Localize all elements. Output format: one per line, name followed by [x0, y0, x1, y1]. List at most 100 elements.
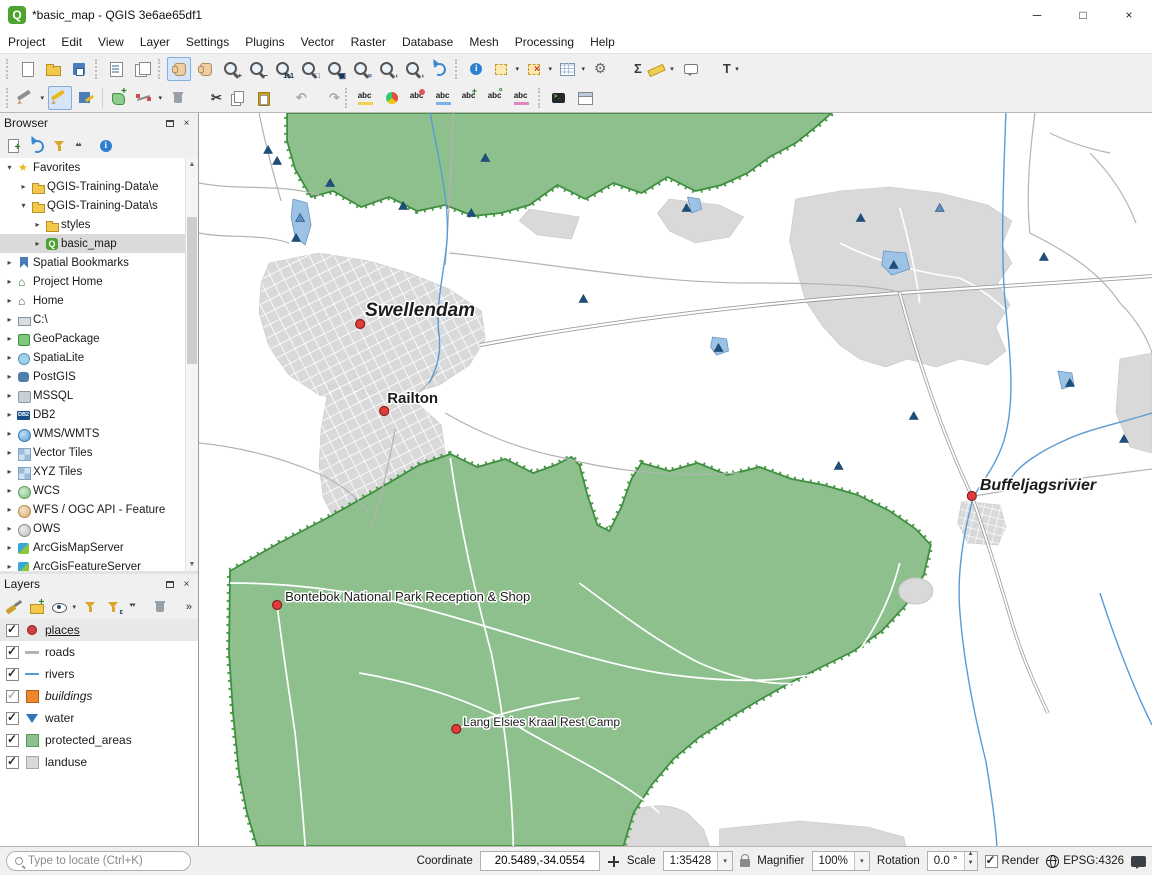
menu-view[interactable]: View [90, 30, 132, 53]
python-console-button[interactable] [547, 86, 571, 110]
zoom-to-selection-button[interactable]: ▣ [323, 57, 347, 81]
layer-item-rivers[interactable]: rivers [0, 663, 198, 685]
delete-selected-button[interactable] [166, 86, 190, 110]
menu-database[interactable]: Database [394, 30, 461, 53]
highlight-pinned-labels-button[interactable] [432, 86, 456, 110]
browser-item-xyz-tiles[interactable]: ▸ XYZ Tiles [0, 462, 198, 481]
layer-item-water[interactable]: water [0, 707, 198, 729]
tree-expand-arrow[interactable]: ▸ [32, 239, 43, 248]
add-group-button[interactable] [26, 596, 47, 617]
rotate-label-button[interactable] [484, 86, 508, 110]
cut-features-button[interactable]: ✂ [192, 86, 223, 110]
browser-item-project-home[interactable]: ▸ Project Home [0, 272, 198, 291]
browser-collapse-all-button[interactable] [72, 135, 93, 156]
scrollbar-thumb[interactable] [187, 217, 197, 364]
layers-float-button[interactable] [162, 577, 177, 592]
open-attribute-table-button[interactable] [556, 57, 587, 81]
tree-expand-arrow[interactable]: ▸ [18, 182, 29, 191]
magnifier-combobox[interactable]: 100% ▾ [812, 851, 870, 871]
spin-down-icon[interactable]: ▼ [965, 861, 977, 870]
zoom-to-layer-button[interactable]: ≡ [349, 57, 373, 81]
layer-visibility-checkbox[interactable] [6, 668, 19, 681]
expand-all-button[interactable] [126, 596, 147, 617]
browser-item-db2[interactable]: ▸ DB2 [0, 405, 198, 424]
message-log-icon[interactable] [1131, 856, 1146, 867]
tree-expand-arrow[interactable]: ▸ [4, 296, 15, 305]
tree-expand-arrow[interactable]: ▸ [32, 220, 43, 229]
undo-button[interactable]: ↶ [277, 86, 308, 110]
toolbar-grip[interactable] [455, 59, 460, 79]
menu-plugins[interactable]: Plugins [237, 30, 292, 53]
browser-item-postgis[interactable]: ▸ PostGIS [0, 367, 198, 386]
select-features-button[interactable] [490, 57, 521, 81]
browser-float-button[interactable] [162, 116, 177, 131]
tree-expand-arrow[interactable]: ▸ [4, 448, 15, 457]
browser-item-c-drive[interactable]: ▸ C:\ [0, 310, 198, 329]
zoom-last-button[interactable]: ‹ [375, 57, 399, 81]
browser-item-training-data-e[interactable]: ▸ QGIS-Training-Data\e [0, 177, 198, 196]
tree-expand-arrow[interactable]: ▸ [4, 429, 15, 438]
vertex-tool-button[interactable] [133, 86, 164, 110]
scroll-down-arrow[interactable]: ▼ [186, 558, 198, 571]
menu-layer[interactable]: Layer [132, 30, 178, 53]
tree-expand-arrow[interactable]: ▸ [4, 258, 15, 267]
browser-item-styles[interactable]: ▸ styles [0, 215, 198, 234]
layer-item-protected-areas[interactable]: protected_areas [0, 729, 198, 751]
new-project-button[interactable] [15, 57, 39, 81]
remove-layer-button[interactable] [149, 596, 170, 617]
tree-expand-arrow[interactable]: ▸ [4, 391, 15, 400]
pin-labels-button[interactable] [406, 86, 430, 110]
layer-item-places[interactable]: places [0, 619, 198, 641]
menu-processing[interactable]: Processing [507, 30, 582, 53]
new-print-layout-button[interactable] [104, 57, 128, 81]
zoom-out-button[interactable]: − [245, 57, 269, 81]
menu-vector[interactable]: Vector [293, 30, 343, 53]
browser-item-favorites[interactable]: ▾ Favorites [0, 158, 198, 177]
browser-item-wms-wmts[interactable]: ▸ WMS/WMTS [0, 424, 198, 443]
zoom-next-button[interactable]: › [401, 57, 425, 81]
tree-expand-arrow[interactable]: ▸ [4, 486, 15, 495]
layers-toolbar-overflow-button[interactable]: » [182, 601, 196, 613]
browser-scrollbar[interactable]: ▲ ▼ [185, 158, 198, 571]
chevron-down-icon[interactable]: ▾ [717, 852, 732, 870]
show-layout-manager-button[interactable] [130, 57, 154, 81]
layer-item-landuse[interactable]: landuse [0, 751, 198, 773]
browser-item-arcgis-map-server[interactable]: ▸ ArcGisMapServer [0, 538, 198, 557]
toolbar-grip[interactable] [538, 88, 543, 108]
open-layer-styling-button[interactable] [3, 596, 24, 617]
current-edits-button[interactable] [15, 86, 46, 110]
open-project-button[interactable] [41, 57, 65, 81]
tree-expand-arrow[interactable]: ▸ [4, 524, 15, 533]
tree-expand-arrow[interactable]: ▸ [4, 277, 15, 286]
browser-item-spatialite[interactable]: ▸ SpatiaLite [0, 348, 198, 367]
layer-item-roads[interactable]: roads [0, 641, 198, 663]
save-layer-edits-button[interactable] [74, 86, 98, 110]
browser-item-mssql[interactable]: ▸ MSSQL [0, 386, 198, 405]
tree-expand-arrow[interactable]: ▸ [4, 353, 15, 362]
layers-close-button[interactable]: × [179, 577, 194, 592]
zoom-in-button[interactable]: + [219, 57, 243, 81]
tree-expand-arrow[interactable]: ▸ [4, 372, 15, 381]
layer-diagram-button[interactable] [380, 86, 404, 110]
browser-item-home[interactable]: ▸ Home [0, 291, 198, 310]
layer-item-buildings[interactable]: buildings [0, 685, 198, 707]
crs-globe-icon[interactable] [1046, 855, 1059, 868]
menu-help[interactable]: Help [582, 30, 623, 53]
browser-item-training-data-s[interactable]: ▾ QGIS-Training-Data\s [0, 196, 198, 215]
statistical-summary-button[interactable]: Σ [615, 57, 643, 81]
maximize-button[interactable]: □ [1060, 0, 1106, 30]
browser-item-geopackage[interactable]: ▸ GeoPackage [0, 329, 198, 348]
browser-close-button[interactable]: × [179, 116, 194, 131]
save-project-button[interactable] [67, 57, 91, 81]
tree-expand-arrow[interactable]: ▸ [4, 334, 15, 343]
browser-properties-button[interactable] [95, 135, 116, 156]
text-annotation-button[interactable]: T [704, 57, 741, 81]
locate-search-input[interactable]: Type to locate (Ctrl+K) [6, 851, 191, 871]
toolbar-grip[interactable] [345, 88, 350, 108]
layer-visibility-checkbox[interactable] [6, 712, 19, 725]
coordinate-input[interactable] [486, 852, 594, 870]
manage-map-themes-button[interactable] [49, 596, 78, 617]
browser-item-spatial-bookmarks[interactable]: ▸ Spatial Bookmarks [0, 253, 198, 272]
crs-status[interactable]: EPSG:4326 [1063, 855, 1124, 867]
browser-item-basic-map[interactable]: ▸ basic_map [0, 234, 198, 253]
